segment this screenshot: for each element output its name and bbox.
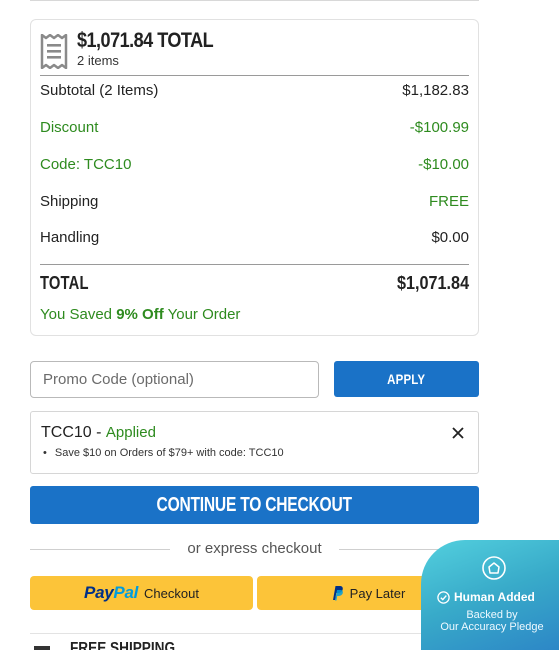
items-count: 2 items [77, 53, 119, 68]
truck-icon [34, 646, 50, 650]
promo-code-input[interactable] [30, 361, 319, 398]
pay-later-label: Pay Later [349, 585, 406, 601]
paypal-logo-pay: Pay [84, 583, 114, 602]
applied-promo-box: TCC10 - Applied Save $10 on Orders of $7… [30, 411, 479, 474]
promo-code-value: -$10.00 [418, 156, 469, 173]
close-icon [452, 427, 464, 439]
savings-amount: 9% Off [116, 306, 164, 323]
handling-value: $0.00 [431, 229, 469, 246]
subtotal-label: Subtotal (2 Items) [40, 82, 159, 99]
shipping-value: FREE [428, 193, 469, 210]
receipt-icon [40, 34, 68, 69]
pledge-title: Human Added [437, 590, 535, 604]
grand-total-label: TOTAL [40, 273, 89, 293]
handling-row: Handling $0.00 [40, 229, 469, 246]
grand-total-row: TOTAL $1,071.84 [40, 273, 469, 294]
accuracy-pledge-badge[interactable]: Human Added Backed by Our Accuracy Pledg… [421, 540, 559, 650]
shipping-row: Shipping FREE [40, 193, 469, 210]
pledge-line-2: Our Accuracy Pledge [440, 621, 544, 633]
shield-icon [482, 556, 506, 580]
paypal-checkout-button[interactable]: PayPal Checkout [30, 576, 253, 610]
continue-to-checkout-button[interactable]: CONTINUE TO CHECKOUT [30, 486, 479, 524]
continue-button-label: CONTINUE TO CHECKOUT [156, 493, 353, 516]
applied-promo-detail: Save $10 on Orders of $79+ with code: TC… [43, 447, 284, 459]
paypal-icon [332, 586, 343, 601]
savings-prefix: You Saved [40, 306, 117, 323]
pledge-line-1: Backed by [466, 609, 518, 621]
subtotal-row: Subtotal (2 Items) $1,182.83 [40, 82, 469, 99]
free-shipping-heading: FREE SHIPPING [70, 640, 176, 650]
pledge-title-text: Human Added [454, 590, 535, 604]
applied-promo-title: TCC10 - Applied [41, 424, 156, 442]
paypal-checkout-label: Checkout [144, 585, 199, 601]
discount-label: Discount [40, 119, 99, 136]
paypal-logo: PayPal [84, 583, 138, 603]
summary-divider [40, 75, 469, 76]
total-divider [40, 264, 469, 265]
apply-promo-button[interactable]: APPLY [334, 361, 479, 397]
savings-suffix: Your Order [163, 306, 241, 323]
shipping-label: Shipping [40, 193, 99, 210]
apply-button-label: APPLY [387, 371, 426, 387]
handling-label: Handling [40, 229, 100, 246]
subtotal-value: $1,182.83 [402, 82, 469, 99]
discount-row: Discount -$100.99 [40, 119, 469, 136]
savings-message: You Saved 9% Off Your Order [40, 306, 240, 323]
section-divider [30, 633, 479, 634]
order-total-heading: $1,071.84 TOTAL [77, 29, 214, 52]
applied-promo-separator: - [91, 424, 106, 441]
discount-value: -$100.99 [409, 119, 469, 136]
promo-code-row: Code: TCC10 -$10.00 [40, 156, 469, 173]
paypal-logo-pal: Pal [113, 583, 139, 602]
express-checkout-divider: or express checkout [30, 540, 479, 558]
promo-code-label: Code: TCC10 [40, 156, 132, 173]
applied-promo-code: TCC10 [41, 424, 92, 441]
top-divider [30, 0, 479, 1]
check-circle-icon [437, 590, 450, 604]
remove-promo-button[interactable] [450, 425, 466, 441]
grand-total-value: $1,071.84 [396, 273, 469, 293]
applied-promo-status: Applied [105, 424, 156, 441]
order-summary-card: $1,071.84 TOTAL 2 items Subtotal (2 Item… [30, 19, 479, 336]
